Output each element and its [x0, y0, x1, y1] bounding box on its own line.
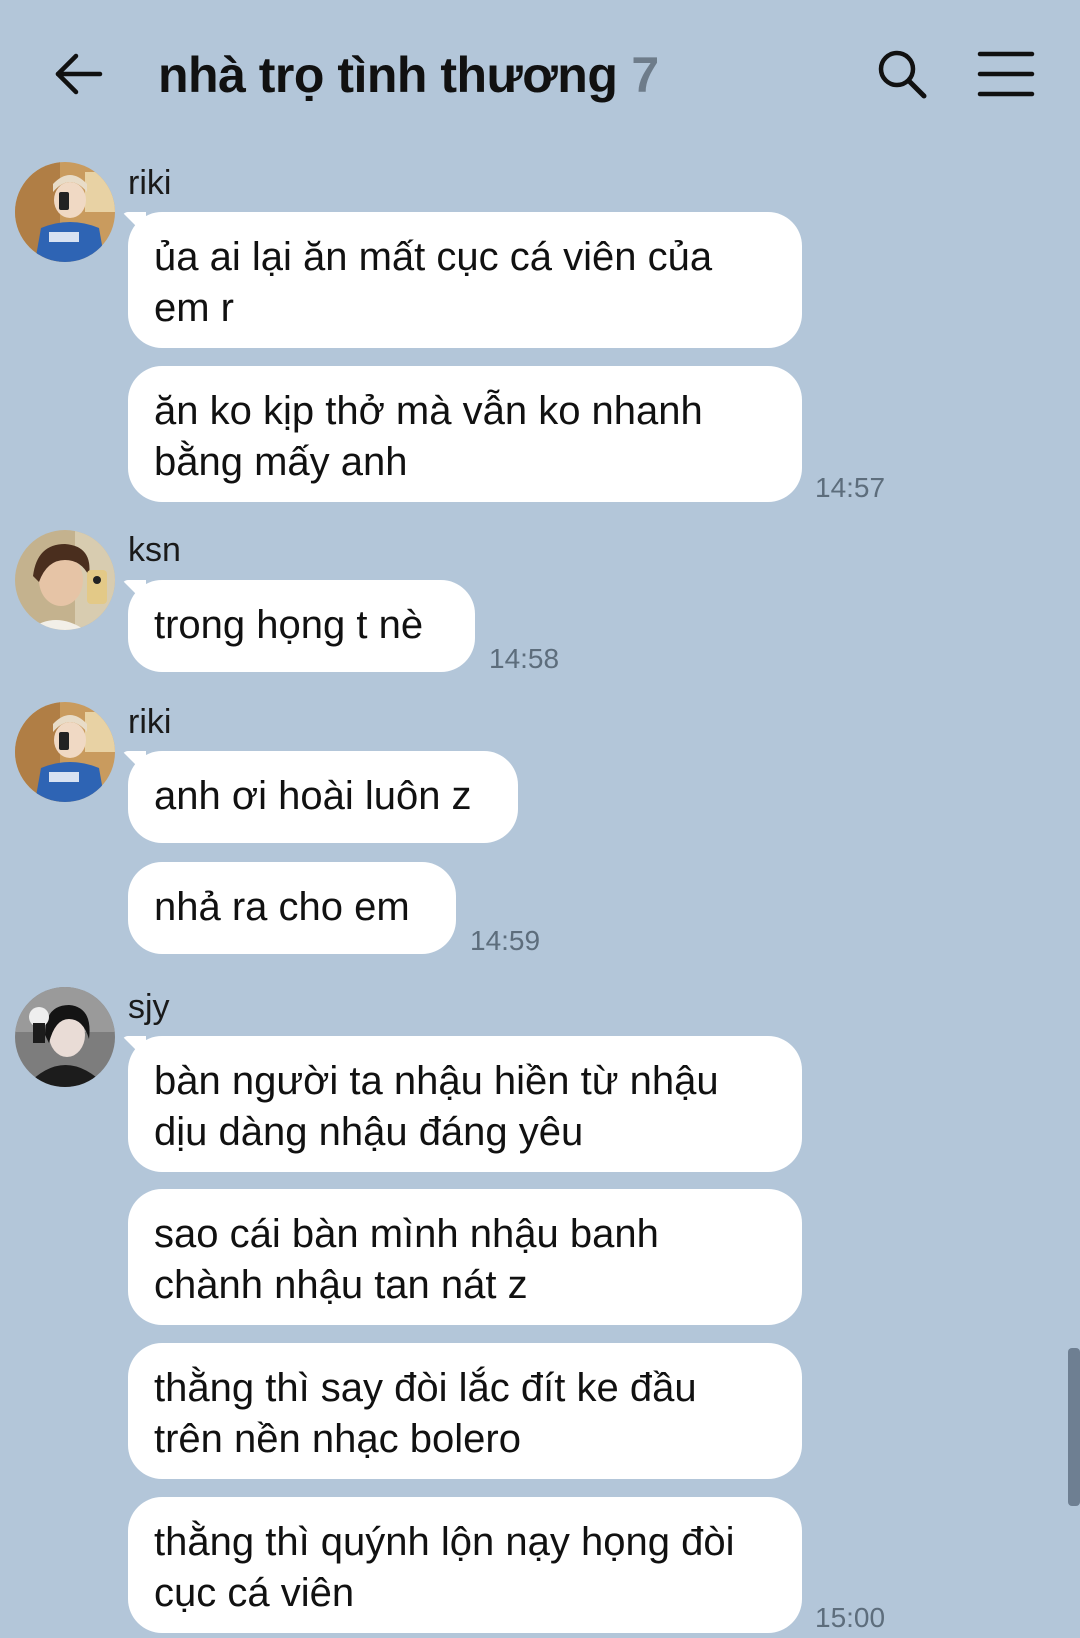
back-arrow-icon[interactable] — [50, 46, 106, 102]
chat-screen: nhà trọ tình thương 7 riki ủa ai lại ăn … — [0, 0, 1080, 1638]
message-timestamp: 14:57 — [815, 472, 886, 503]
message-bubble[interactable]: thằng thì quýnh lộn nạy họng đòi cục cá … — [128, 1497, 802, 1633]
message-bubble[interactable]: sao cái bàn mình nhậu banh chành nhậu ta… — [128, 1189, 802, 1325]
message-bubble[interactable]: nhả ra cho em — [128, 862, 456, 954]
chat-title-area[interactable]: nhà trọ tình thương 7 — [158, 40, 659, 110]
message-bubble[interactable]: thằng thì say đòi lắc đít ke đầu trên nề… — [128, 1343, 802, 1479]
message-bubble[interactable]: ăn ko kịp thở mà vẫn ko nhanh bằng mấy a… — [128, 366, 802, 502]
message-bubble[interactable]: anh ơi hoài luôn z — [128, 751, 518, 843]
chat-header: nhà trọ tình thương 7 — [0, 0, 1080, 150]
sender-name: riki — [128, 703, 172, 741]
search-icon[interactable] — [874, 46, 930, 102]
sender-name: riki — [128, 164, 172, 202]
avatar-ksn[interactable] — [15, 530, 115, 630]
hamburger-menu-icon[interactable] — [976, 48, 1036, 100]
chat-title: nhà trọ tình thương — [158, 47, 618, 103]
avatar-riki[interactable] — [15, 702, 115, 802]
sender-name: sjy — [128, 988, 170, 1026]
message-timestamp: 14:58 — [489, 643, 560, 674]
avatar-sjy[interactable] — [15, 987, 115, 1087]
message-timestamp: 14:59 — [470, 925, 541, 956]
scrollbar[interactable] — [1068, 1348, 1080, 1506]
sender-name: ksn — [128, 531, 181, 569]
message-timestamp: 15:00 — [815, 1602, 886, 1633]
message-bubble[interactable]: bàn người ta nhậu hiền từ nhậu dịu dàng … — [128, 1036, 802, 1172]
avatar-riki[interactable] — [15, 162, 115, 262]
message-bubble[interactable]: trong họng t nè — [128, 580, 475, 672]
message-bubble[interactable]: ủa ai lại ăn mất cục cá viên của em r — [128, 212, 802, 348]
member-count: 7 — [631, 47, 660, 103]
